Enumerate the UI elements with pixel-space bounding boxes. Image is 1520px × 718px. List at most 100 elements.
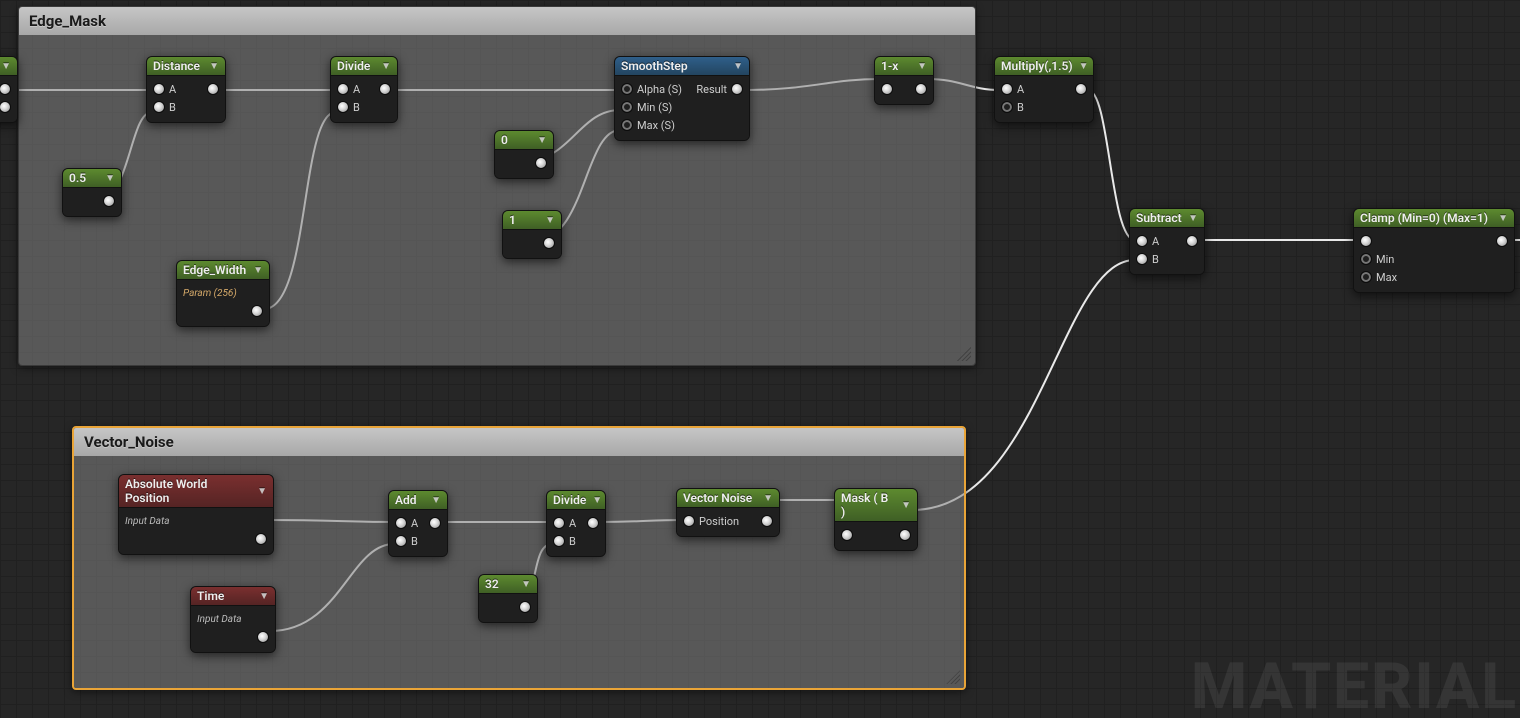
output-pin[interactable] <box>251 305 263 317</box>
node-vnoise-title: Vector Noise <box>683 491 752 505</box>
input-pin[interactable] <box>841 529 853 541</box>
input-pin[interactable] <box>395 517 407 529</box>
output-pin[interactable] <box>519 601 531 613</box>
output-pin[interactable] <box>543 237 555 249</box>
node-const-0-5[interactable]: 0.5▼ <box>62 168 122 217</box>
input-pin[interactable] <box>553 535 565 547</box>
node-distance[interactable]: Distance▼ A B <box>146 56 226 123</box>
watermark-text: MATERIAL <box>1191 649 1518 718</box>
resize-handle-icon[interactable] <box>946 670 960 684</box>
pin-label: B <box>169 101 176 114</box>
chevron-down-icon: ▼ <box>381 61 391 72</box>
pin-label: B <box>353 101 360 114</box>
node-stub[interactable]: ▼ <box>0 56 18 123</box>
output-pin[interactable] <box>915 83 927 95</box>
input-pin[interactable] <box>621 101 633 113</box>
node-awp-title: Absolute World Position <box>125 477 251 505</box>
node-edge-width[interactable]: Edge_Width▼ Param (256) <box>176 260 270 327</box>
node-divide-2[interactable]: Divide▼ A B <box>546 490 606 557</box>
node-const-32[interactable]: 32 ▼ <box>478 574 538 623</box>
output-pin[interactable] <box>0 83 11 95</box>
input-pin[interactable] <box>621 83 633 95</box>
output-pin[interactable] <box>379 83 391 95</box>
output-pin[interactable] <box>0 101 11 113</box>
output-pin[interactable] <box>207 83 219 95</box>
node-vector-noise[interactable]: Vector Noise▼ Position <box>676 488 780 537</box>
input-pin[interactable] <box>621 119 633 131</box>
input-pin[interactable] <box>153 83 165 95</box>
output-pin[interactable] <box>1496 235 1508 247</box>
chevron-down-icon: ▼ <box>257 486 267 497</box>
node-multiply[interactable]: Multiply(,1.5)▼ A B <box>994 56 1094 123</box>
input-pin[interactable] <box>337 83 349 95</box>
node-subtract[interactable]: Subtract▼ A B <box>1129 208 1205 275</box>
node-mask-b[interactable]: Mask ( B ) ▼ <box>834 488 918 551</box>
node-subtract-title: Subtract <box>1136 211 1182 225</box>
input-pin[interactable] <box>881 83 893 95</box>
output-pin[interactable] <box>731 83 743 95</box>
node-const-32-title: 32 <box>485 577 499 591</box>
node-divide-1[interactable]: Divide▼ A B <box>330 56 398 123</box>
node-distance-title: Distance <box>153 59 200 73</box>
output-pin[interactable] <box>255 533 267 545</box>
pin-label: B <box>569 535 576 548</box>
pin-label: A <box>1152 235 1159 248</box>
node-clamp-title: Clamp (Min=0) (Max=1) <box>1360 211 1488 225</box>
chevron-down-icon: ▼ <box>1498 213 1508 224</box>
input-pin[interactable] <box>553 517 565 529</box>
chevron-down-icon: ▼ <box>592 495 602 506</box>
comment-edge-mask-title: Edge_Mask <box>19 7 975 35</box>
output-pin[interactable] <box>1075 83 1087 95</box>
node-divide-2-title: Divide <box>553 493 586 507</box>
pin-label: B <box>1152 253 1159 266</box>
output-pin[interactable] <box>103 195 115 207</box>
input-pin[interactable] <box>395 535 407 547</box>
node-add-title: Add <box>395 493 417 507</box>
node-const-1[interactable]: 1▼ <box>502 210 562 259</box>
pin-label: Position <box>699 515 739 528</box>
input-pin[interactable] <box>1001 83 1013 95</box>
input-pin[interactable] <box>1360 271 1372 283</box>
input-pin[interactable] <box>1360 235 1372 247</box>
chevron-down-icon: ▼ <box>901 500 911 511</box>
node-mask-b-title: Mask ( B ) <box>841 491 895 519</box>
node-one-minus[interactable]: 1-x▼ <box>874 56 934 105</box>
node-absolute-world-position[interactable]: Absolute World Position▼ Input Data <box>118 474 274 555</box>
pin-label: Max (S) <box>637 119 675 132</box>
node-multiply-title: Multiply(,1.5) <box>1001 59 1073 73</box>
pin-label: A <box>1017 83 1024 96</box>
chevron-down-icon: ▼ <box>253 265 263 276</box>
node-const-1-title: 1 <box>509 213 516 227</box>
node-add[interactable]: Add▼ A B <box>388 490 448 557</box>
node-const-0-5-title: 0.5 <box>69 171 86 185</box>
chevron-down-icon: ▼ <box>917 61 927 72</box>
comment-vector-noise-title: Vector_Noise <box>74 428 964 456</box>
pin-label: Min <box>1376 253 1394 266</box>
output-pin[interactable] <box>1186 235 1198 247</box>
pin-label: Max <box>1376 271 1397 284</box>
output-pin[interactable] <box>899 529 911 541</box>
output-pin[interactable] <box>535 157 547 169</box>
node-time-title: Time <box>197 589 224 603</box>
input-pin[interactable] <box>1360 253 1372 265</box>
node-const-0[interactable]: 0▼ <box>494 130 554 179</box>
node-time[interactable]: Time▼ Input Data <box>190 586 276 653</box>
chevron-down-icon: ▼ <box>1 61 11 72</box>
input-pin[interactable] <box>1136 253 1148 265</box>
chevron-down-icon: ▼ <box>521 579 531 590</box>
chevron-down-icon: ▼ <box>537 135 547 146</box>
resize-handle-icon[interactable] <box>957 347 971 361</box>
output-pin[interactable] <box>761 515 773 527</box>
input-pin[interactable] <box>1136 235 1148 247</box>
input-pin[interactable] <box>1001 101 1013 113</box>
node-smoothstep[interactable]: SmoothStep▼ Alpha (S) Result Min (S) Max… <box>614 56 750 141</box>
output-pin[interactable] <box>587 517 599 529</box>
output-pin[interactable] <box>257 631 269 643</box>
input-pin[interactable] <box>337 101 349 113</box>
output-pin[interactable] <box>429 517 441 529</box>
input-pin[interactable] <box>683 515 695 527</box>
node-divide-1-title: Divide <box>337 59 370 73</box>
input-pin[interactable] <box>153 101 165 113</box>
node-smoothstep-title: SmoothStep <box>621 59 688 73</box>
node-clamp[interactable]: Clamp (Min=0) (Max=1) ▼ Min Max <box>1353 208 1515 293</box>
